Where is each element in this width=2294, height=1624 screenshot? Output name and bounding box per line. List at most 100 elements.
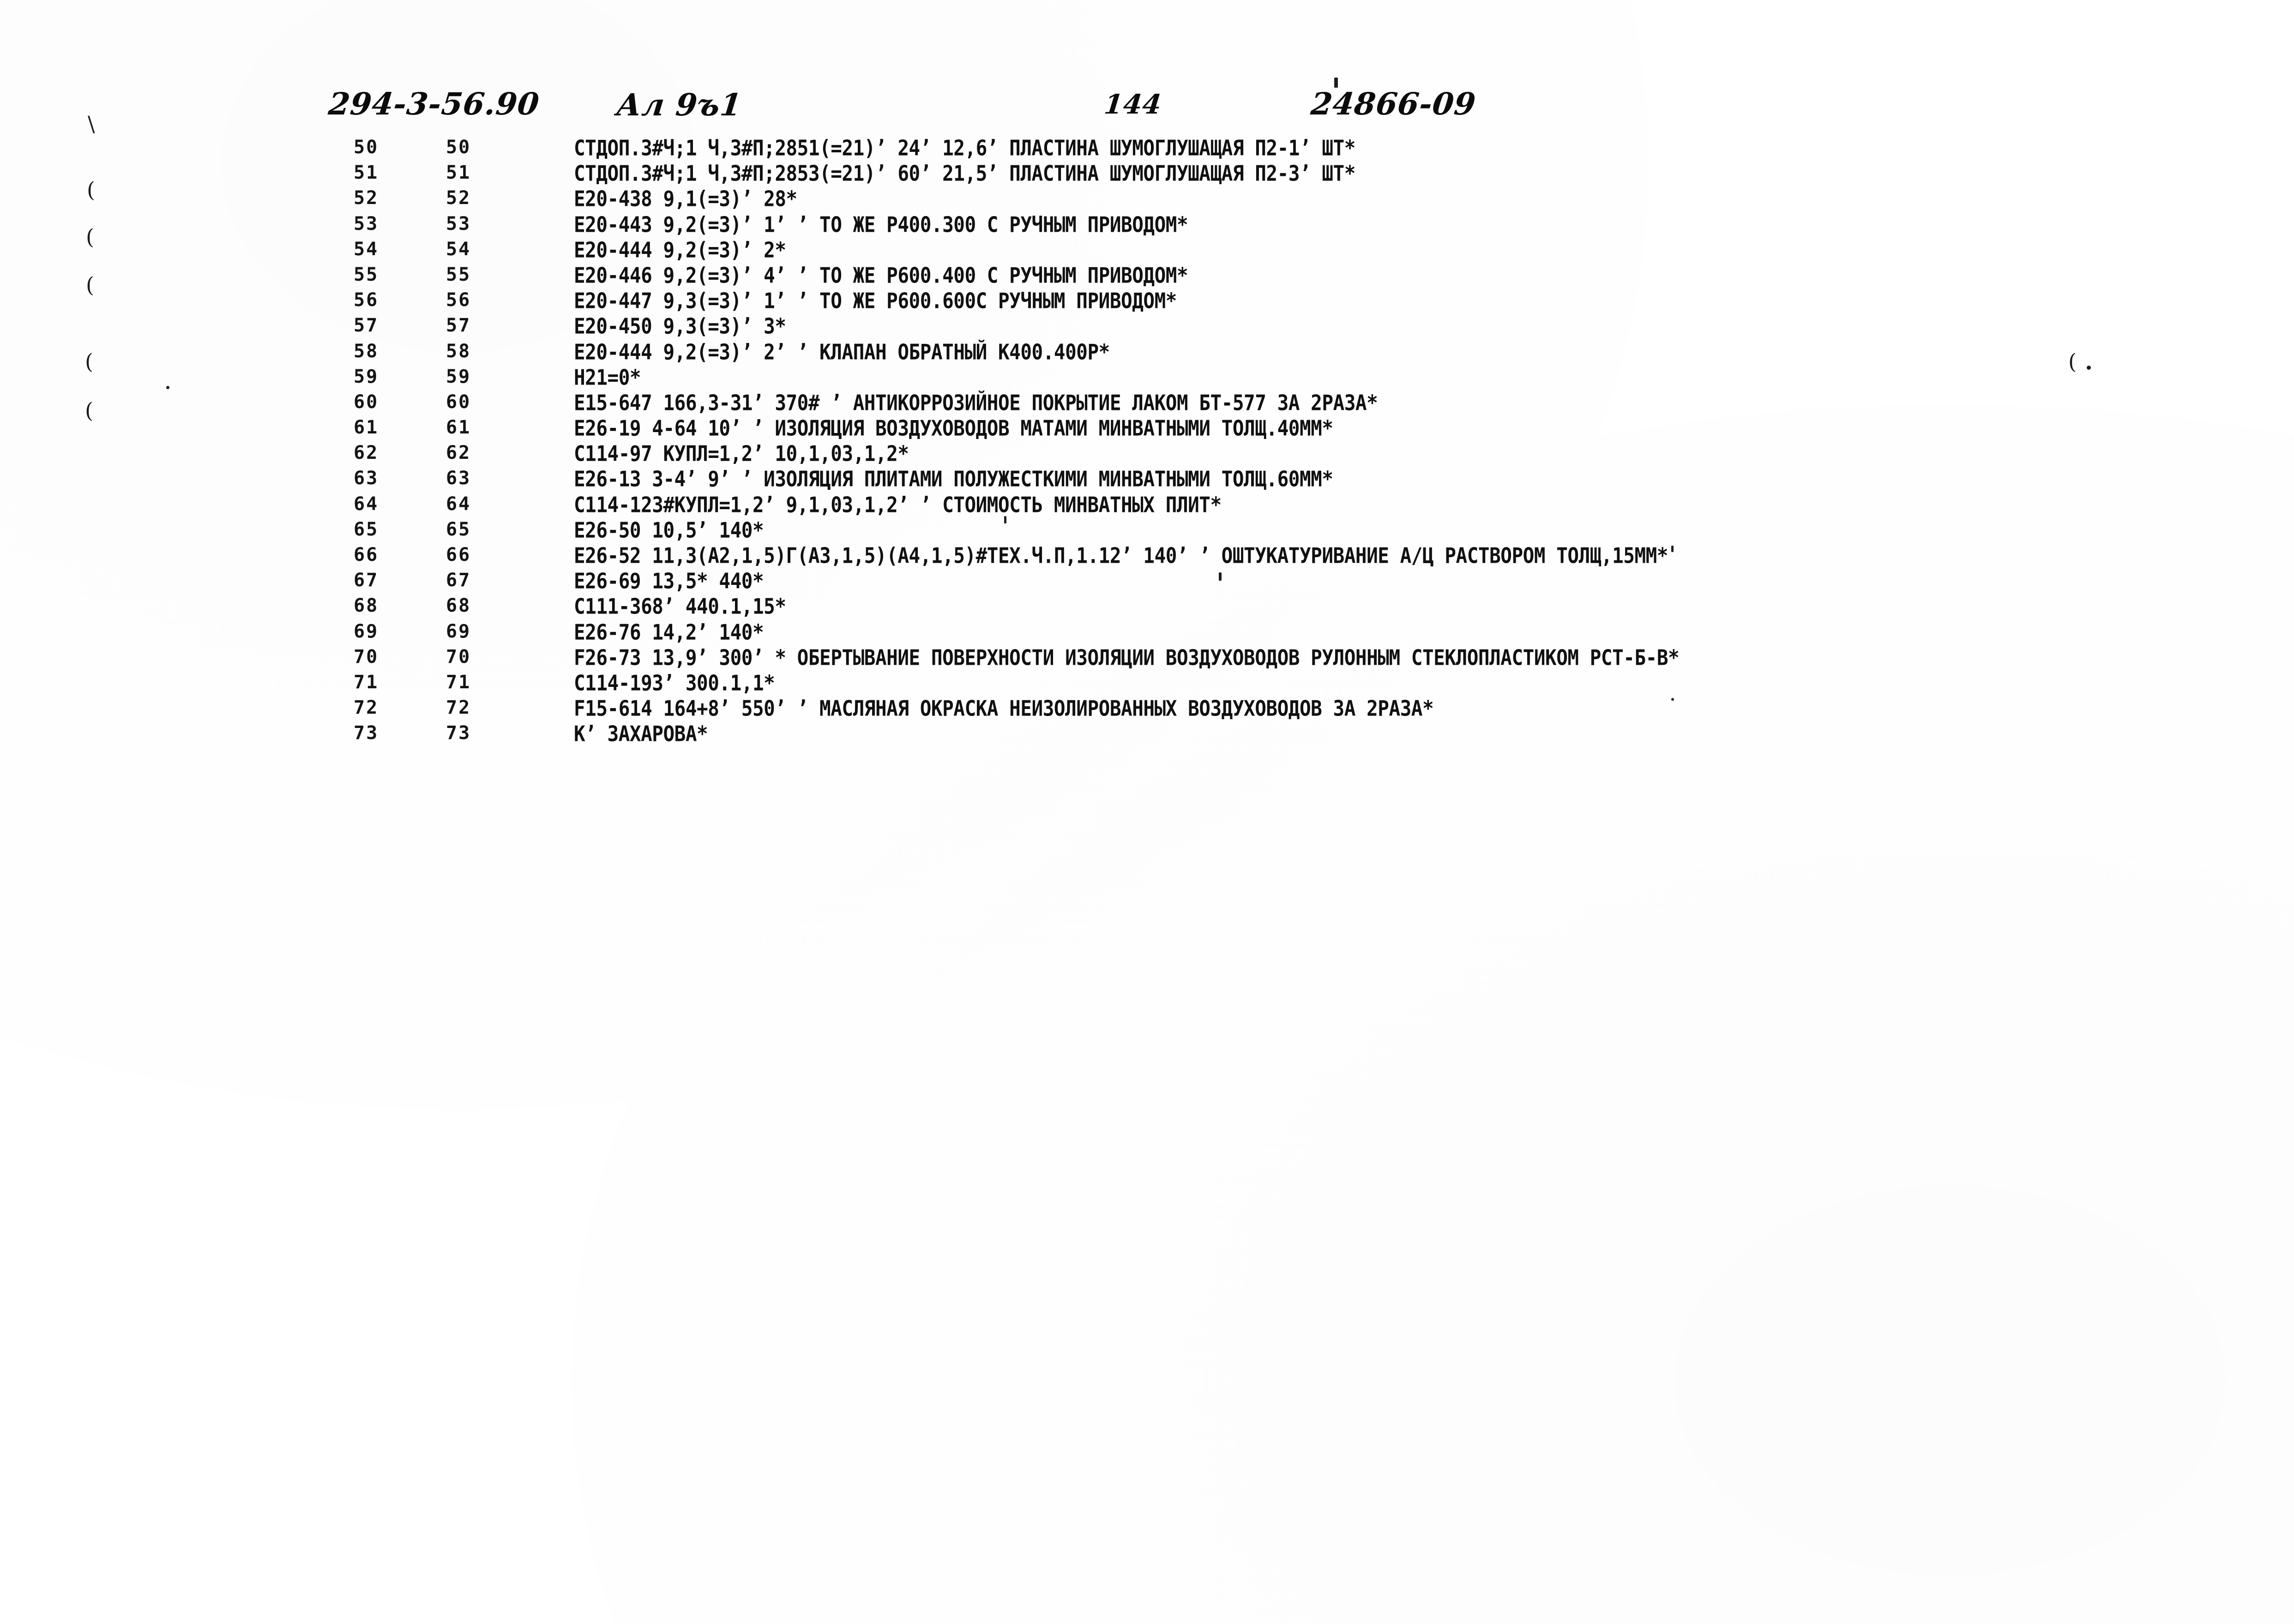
row-text: E26-76 14,2’ 140* <box>574 620 764 645</box>
row-index-primary: 54 <box>354 238 379 260</box>
printout-row: 55 55 E20-446 9,2(=3)’ 4’ ’ ТО ЖЕ Р600.400… <box>0 263 2294 289</box>
page-header: 294-3-56.90 Ал 9ъ1 144 24866-09 <box>0 86 2294 141</box>
printout-row: 54 54 E20-444 9,2(=3)’ 2* <box>0 237 2294 264</box>
row-index-secondary: 57 <box>446 315 471 337</box>
margin-mark: ( <box>86 224 94 249</box>
scanned-page: 294-3-56.90 Ал 9ъ1 144 24866-09 50 50 СТДО… <box>0 0 2294 1624</box>
printout-row: 63 63 E26-13 3-4’ 9’ ’ ИЗОЛЯЦИЯ ПЛИТАМИ ПО… <box>0 467 2294 493</box>
row-text: E20-444 9,2(=3)’ 2* <box>574 237 786 263</box>
printout-row: 62 62 C114-97 КУПЛ=1,2’ 10,1,03,1,2* <box>0 441 2294 468</box>
scan-speck <box>166 386 169 389</box>
header-page-number: 144 <box>1102 89 1163 120</box>
printout-row: 59 59 H21=0* <box>0 365 2294 391</box>
row-index-secondary: 60 <box>446 391 471 413</box>
row-index-primary: 71 <box>354 671 379 693</box>
scan-speck <box>1671 698 1674 701</box>
row-text: E26-52 11,3(А2,1,5)Г(А3,1,5)(А4,1,5)#ТЕХ… <box>574 543 1668 568</box>
row-text: E26-13 3-4’ 9’ ’ ИЗОЛЯЦИЯ ПЛИТАМИ ПОЛУЖЕ… <box>574 467 1333 492</box>
row-text: СТДОП.3#Ч;1 Ч,3#П;2853(=21)’ 60’ 21,5’ П… <box>574 161 1355 186</box>
row-text: E26-50 10,5’ 140* <box>574 517 764 543</box>
row-index-secondary: 68 <box>446 595 471 617</box>
printout-row: 73 73 К’ ЗАХАРОВА* <box>0 722 2294 748</box>
row-index-secondary: 56 <box>446 289 471 311</box>
row-text: К’ ЗАХАРОВА* <box>574 722 708 747</box>
row-index-primary: 73 <box>354 722 379 744</box>
row-index-primary: 68 <box>354 595 379 617</box>
row-text: E20-446 9,2(=3)’ 4’ ’ ТО ЖЕ Р600.400 С Р… <box>574 263 1188 288</box>
row-index-secondary: 72 <box>446 697 471 719</box>
row-index-primary: 72 <box>354 697 379 719</box>
row-index-secondary: 51 <box>446 162 471 184</box>
row-index-secondary: 52 <box>446 187 471 209</box>
printout-row: 71 71 C114-193’ 300.1,1* <box>0 670 2294 697</box>
row-index-secondary: 66 <box>446 544 471 565</box>
printout-row: 57 57 E20-450 9,3(=3)’ 3* <box>0 314 2294 340</box>
row-text: C114-123#КУПЛ=1,2’ 9,1,03,1,2’ ’ СТОИМОС… <box>574 492 1222 517</box>
row-index-primary: 53 <box>354 213 379 235</box>
row-index-primary: 50 <box>354 137 379 158</box>
printout-row: 53 53 E20-443 9,2(=3)’ 1’ ’ ТО ЖЕ Р400.300… <box>0 212 2294 239</box>
row-index-primary: 66 <box>354 544 379 565</box>
printout-listing: 50 50 СТДОП.3#Ч;1 Ч,3#П;2851(=21)’ 24’ 12,… <box>0 136 2294 748</box>
row-index-primary: 63 <box>354 468 379 489</box>
row-index-primary: 60 <box>354 391 379 413</box>
row-text: E26-19 4-64 10’ ’ ИЗОЛЯЦИЯ ВОЗДУХОВОДОВ … <box>574 416 1333 441</box>
margin-mark: ( <box>85 398 93 423</box>
row-index-primary: 52 <box>354 187 379 209</box>
row-index-primary: 55 <box>354 264 379 285</box>
printout-row: 61 61 E26-19 4-64 10’ ’ ИЗОЛЯЦИЯ ВОЗДУХОВО… <box>0 416 2294 442</box>
printout-row: 66 66 E26-52 11,3(А2,1,5)Г(А3,1,5)(А4,1,5)… <box>0 543 2294 570</box>
row-text: F26-73 13,9’ 300’ * ОБЕРТЫВАНИЕ ПОВЕРХНО… <box>574 645 1680 670</box>
printout-row: 69 69 E26-76 14,2’ 140* <box>0 620 2294 646</box>
row-index-secondary: 50 <box>446 137 471 158</box>
printout-row: 68 68 C111-368’ 440.1,15* <box>0 594 2294 620</box>
row-index-secondary: 63 <box>446 468 471 489</box>
row-index-primary: 51 <box>354 162 379 184</box>
margin-mark: ( <box>85 349 93 374</box>
margin-mark: ( <box>86 272 94 297</box>
printout-row: 64 64 C114-123#КУПЛ=1,2’ 9,1,03,1,2’ ’ СТО… <box>0 493 2294 519</box>
printout-row: 65 65 E26-50 10,5’ 140* <box>0 517 2294 544</box>
row-index-primary: 57 <box>354 315 379 337</box>
row-text: C111-368’ 440.1,15* <box>574 594 786 620</box>
printout-row: 70 70 F26-73 13,9’ 300’ * ОБЕРТЫВАНИЕ ПОВЕ… <box>0 645 2294 672</box>
row-index-secondary: 54 <box>446 238 471 260</box>
row-index-secondary: 65 <box>446 518 471 540</box>
printout-row: 58 58 E20-444 9,2(=3)’ 2’ ’ КЛАПАН ОБРАТНЫ… <box>0 339 2294 366</box>
row-index-secondary: 53 <box>446 213 471 235</box>
row-text: E20-443 9,2(=3)’ 1’ ’ ТО ЖЕ Р400.300 С Р… <box>574 212 1188 237</box>
row-text: F15-614 164+8’ 550’ ’ МАСЛЯНАЯ ОКРАСКА Н… <box>574 696 1434 721</box>
row-index-secondary: 69 <box>446 620 471 642</box>
row-index-primary: 56 <box>354 289 379 311</box>
row-index-secondary: 61 <box>446 417 471 439</box>
row-text: C114-193’ 300.1,1* <box>574 670 775 696</box>
header-document-code: 294-3-56.90 <box>326 86 542 122</box>
row-index-primary: 67 <box>354 570 379 591</box>
row-text: E20-444 9,2(=3)’ 2’ ’ КЛАПАН ОБРАТНЫЙ К4… <box>574 339 1110 365</box>
row-text: H21=0* <box>574 365 641 390</box>
row-index-primary: 59 <box>354 366 379 387</box>
row-index-primary: 70 <box>354 646 379 668</box>
row-index-primary: 64 <box>354 493 379 515</box>
row-index-secondary: 67 <box>446 570 471 591</box>
row-text: E20-447 9,3(=3)’ 1’ ’ ТО ЖЕ Р600.600С РУ… <box>574 289 1177 313</box>
row-text: E20-438 9,1(=3)’ 28* <box>574 186 797 212</box>
scan-speck <box>2087 366 2091 370</box>
row-index-secondary: 58 <box>446 340 471 362</box>
header-sheet-label: Ал 9ъ1 <box>614 87 744 123</box>
row-index-primary: 65 <box>354 518 379 540</box>
scan-speck <box>1334 78 1338 88</box>
row-text: C114-97 КУПЛ=1,2’ 10,1,03,1,2* <box>574 441 909 467</box>
margin-mark: ( <box>2068 349 2077 374</box>
printout-row: 60 60 E15-647 166,3-31’ 370# ’ АНТИКОРРОЗИ… <box>0 391 2294 417</box>
row-index-primary: 61 <box>354 417 379 439</box>
scan-speck <box>1219 572 1222 581</box>
row-text: E26-69 13,5* 440* <box>574 569 764 594</box>
printout-row: 72 72 F15-614 164+8’ 550’ ’ МАСЛЯНАЯ ОКРАС… <box>0 696 2294 722</box>
printout-row: 56 56 E20-447 9,3(=3)’ 1’ ’ ТО ЖЕ Р600.600… <box>0 289 2294 315</box>
row-text: E15-647 166,3-31’ 370# ’ АНТИКОРРОЗИЙНОЕ… <box>574 390 1378 415</box>
row-index-secondary: 62 <box>446 442 471 464</box>
row-index-primary: 69 <box>354 620 379 642</box>
row-index-secondary: 64 <box>446 493 471 515</box>
row-index-primary: 58 <box>354 340 379 362</box>
